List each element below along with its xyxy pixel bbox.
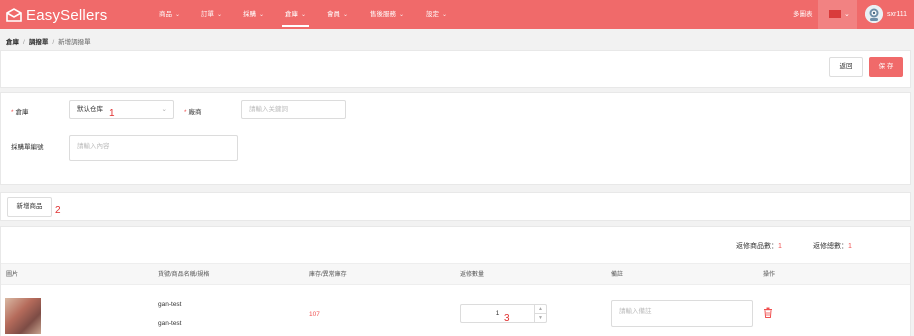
- order-no-textarea[interactable]: 請輸入內容: [69, 135, 238, 161]
- product-sku: gan-test: [158, 301, 182, 308]
- user-avatar-icon: [865, 5, 883, 23]
- nav-item-warehouse[interactable]: 倉庫 ⌄: [281, 0, 310, 29]
- nav-item-after-sales[interactable]: 售後服務 ⌄: [370, 0, 404, 29]
- chevron-down-icon: ⌄: [399, 12, 405, 18]
- supplier-input[interactable]: 請輸入关鍵詞: [241, 100, 346, 119]
- product-stock: 107: [309, 311, 320, 318]
- product-name: gan-test: [158, 320, 182, 327]
- order-no-label: 採購單編號: [11, 144, 44, 151]
- logo-text: EasySellers: [26, 6, 108, 24]
- nav-item-settings[interactable]: 設定 ⌄: [426, 0, 447, 29]
- top-nav: EasySellers 商品 ⌄ 訂單 ⌄ 採購 ⌄ 倉庫 ⌄ 會員 ⌄ 售後服務 ⌄ 設定…: [0, 0, 914, 29]
- breadcrumb: 倉庫 / 調撥單 / 新增調撥單: [6, 39, 91, 46]
- stepper-down-icon[interactable]: ▼: [535, 314, 546, 323]
- avatar[interactable]: [865, 5, 883, 23]
- annotation-1: 1: [109, 108, 115, 119]
- chevron-down-icon: ⌄: [161, 106, 167, 113]
- form-panel: * 倉庫 默认仓库 ⌄ 1 * 廠商 請輸入关鍵詞 採購單編號 請輸入內容: [0, 92, 911, 185]
- breadcrumb-current: 新增調撥單: [58, 39, 91, 46]
- col-stock: 庫存/異常庫存: [309, 272, 347, 278]
- total-summary: 返修總數：1: [813, 243, 852, 250]
- col-quantity: 返修數量: [460, 272, 485, 278]
- breadcrumb-transfer-orders[interactable]: 調撥單: [29, 39, 49, 46]
- logo-icon: [6, 8, 22, 22]
- breadcrumb-warehouse[interactable]: 倉庫: [6, 39, 19, 46]
- col-product: 貨號/商品名稱/規格: [158, 272, 210, 278]
- warehouse-label: * 倉庫: [11, 109, 29, 116]
- remark-textarea[interactable]: 請輸入備註: [611, 300, 753, 327]
- items-summary: 返修商品數：1: [736, 243, 782, 250]
- chevron-down-icon: ⌄: [844, 11, 850, 18]
- add-product-button[interactable]: 新增商品: [7, 197, 52, 217]
- col-actions: 操作: [763, 272, 776, 278]
- warehouse-select[interactable]: 默认仓库 ⌄: [69, 100, 174, 119]
- logo[interactable]: EasySellers: [6, 6, 107, 24]
- col-image: 圖片: [6, 272, 19, 278]
- chevron-down-icon: ⌄: [301, 12, 307, 18]
- back-button[interactable]: 返回: [829, 57, 863, 77]
- action-bar: 返回 保 存: [0, 50, 911, 88]
- supplier-label: * 廠商: [184, 109, 202, 116]
- product-thumbnail: [5, 298, 41, 334]
- chevron-down-icon: ⌄: [175, 12, 181, 18]
- chevron-down-icon: ⌄: [217, 12, 223, 18]
- nav-item-orders[interactable]: 訂單 ⌄: [201, 0, 222, 29]
- nav-item-products[interactable]: 商品 ⌄: [159, 0, 180, 29]
- table-header: 圖片 貨號/商品名稱/規格 庫存/異常庫存 返修數量 備註 操作: [1, 263, 910, 285]
- product-table-panel: 返修商品數：1 返修總數：1 圖片 貨號/商品名稱/規格 庫存/異常庫存 返修數…: [0, 226, 911, 336]
- nav-item-members[interactable]: 會員 ⌄: [327, 0, 348, 29]
- username[interactable]: sxr111: [887, 0, 907, 29]
- flag-icon: [829, 10, 841, 18]
- chevron-down-icon: ⌄: [442, 12, 448, 18]
- chevron-down-icon: ⌄: [259, 12, 265, 18]
- stepper-up-icon[interactable]: ▲: [535, 305, 546, 314]
- nav-item-purchase[interactable]: 採購 ⌄: [243, 0, 264, 29]
- add-product-bar: 新增商品 2: [0, 192, 911, 221]
- col-remark: 備註: [611, 272, 624, 278]
- multi-store-link[interactable]: 多圖表: [793, 0, 813, 29]
- annotation-3: 3: [504, 313, 510, 324]
- language-selector[interactable]: ⌄: [818, 0, 857, 29]
- chevron-down-icon: ⌄: [343, 12, 349, 18]
- annotation-2: 2: [55, 205, 61, 216]
- delete-icon[interactable]: [763, 307, 773, 318]
- save-button[interactable]: 保 存: [869, 57, 903, 77]
